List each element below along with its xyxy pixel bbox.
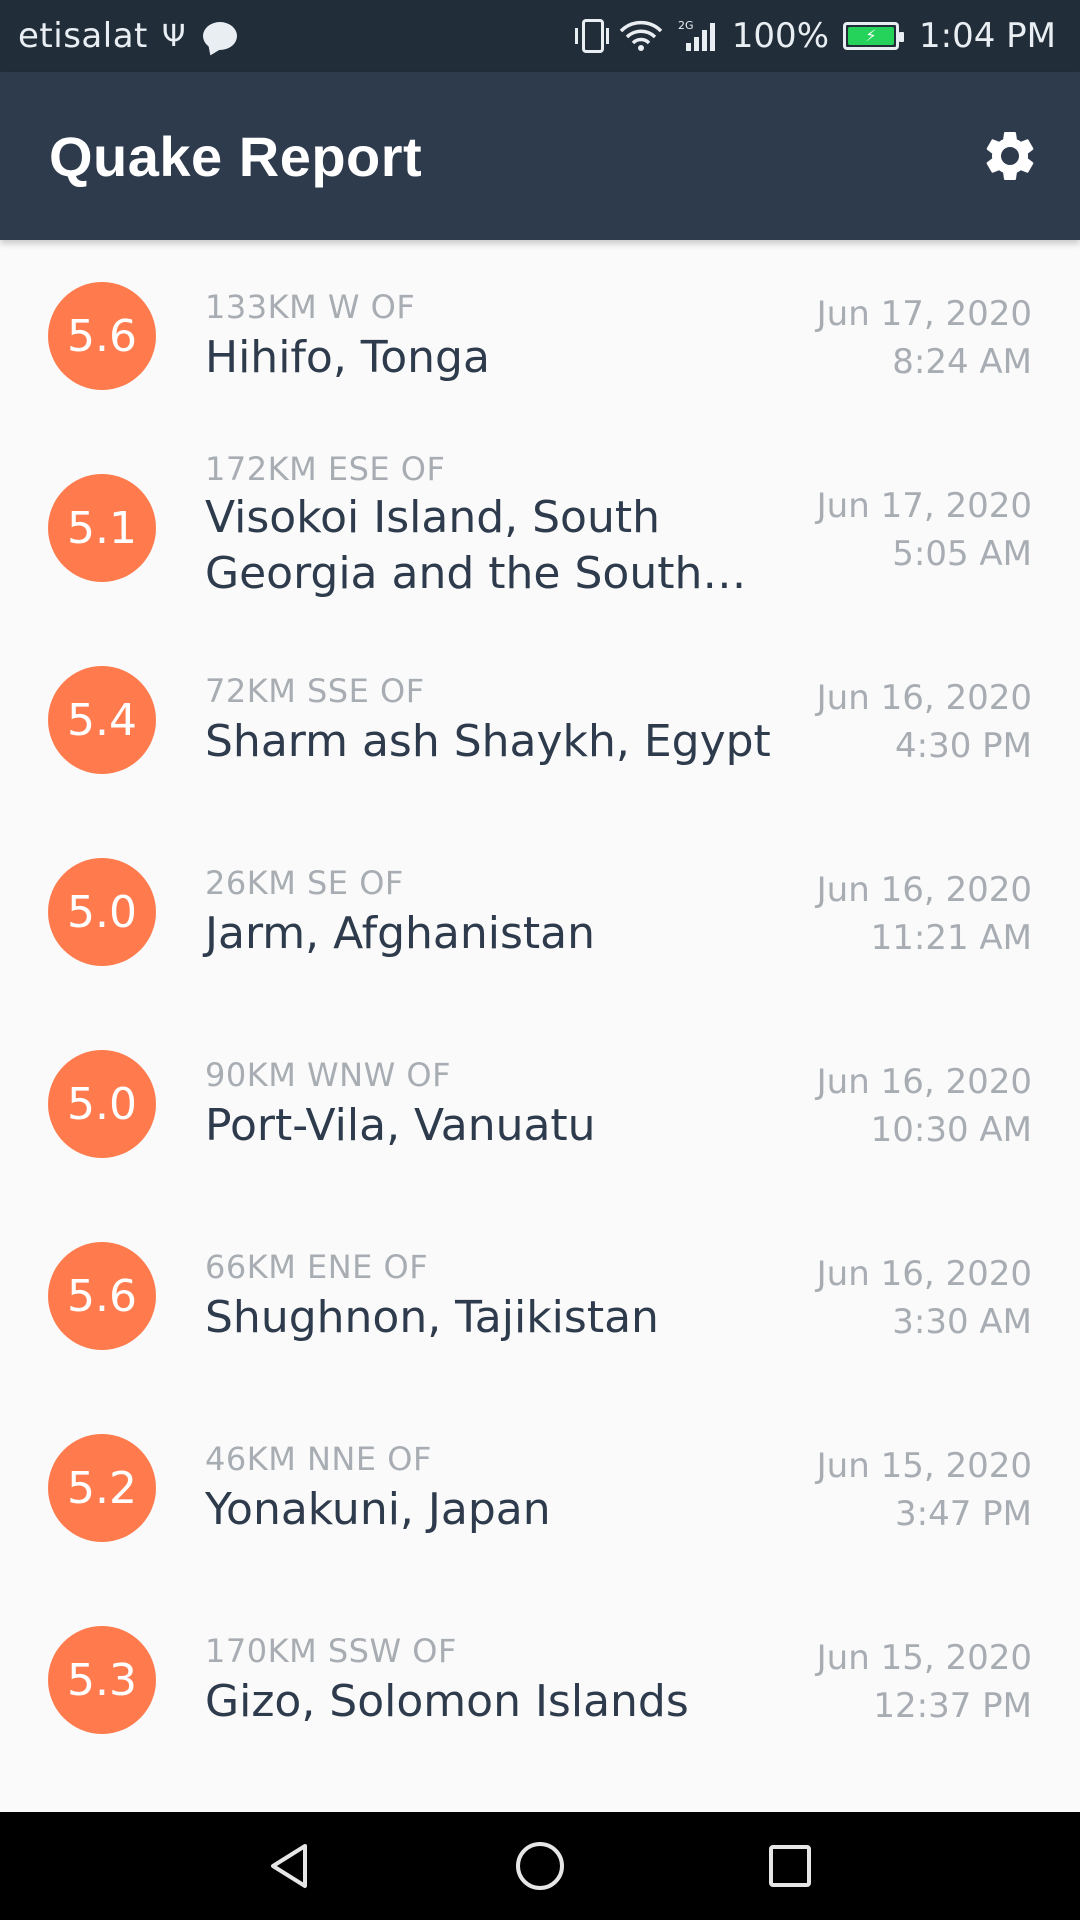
gear-icon[interactable] bbox=[980, 126, 1040, 186]
recents-square-icon bbox=[769, 1845, 811, 1887]
list-item[interactable]: 5.2 46KM NNE OF Yonakuni, Japan Jun 15, … bbox=[0, 1392, 1080, 1584]
quake-date: Jun 15, 2020 bbox=[816, 1638, 1032, 1678]
magnitude-badge: 5.2 bbox=[48, 1434, 156, 1542]
battery-charging-icon: ⚡ bbox=[843, 22, 904, 50]
status-left: etisalat Ψ bbox=[18, 16, 238, 56]
primary-location: Gizo, Solomon Islands bbox=[205, 1676, 689, 1727]
home-circle-icon bbox=[516, 1842, 564, 1890]
location-offset: 26KM SE OF bbox=[205, 864, 404, 902]
list-item[interactable]: 5.6 66KM ENE OF Shughnon, Tajikistan Jun… bbox=[0, 1200, 1080, 1392]
quake-time: 10:30 AM bbox=[870, 1110, 1032, 1150]
location-offset: 133KM W OF bbox=[205, 288, 416, 326]
navigation-bar bbox=[0, 1812, 1080, 1920]
quake-time: 12:37 PM bbox=[873, 1686, 1032, 1726]
quake-time: 4:30 PM bbox=[895, 726, 1032, 766]
quake-time: 3:30 AM bbox=[892, 1302, 1032, 1342]
location-offset: 72KM SSE OF bbox=[205, 672, 425, 710]
list-item[interactable]: 5.4 72KM SSE OF Sharm ash Shaykh, Egypt … bbox=[0, 624, 1080, 816]
back-triangle-icon bbox=[271, 1844, 307, 1888]
screen: etisalat Ψ 2G 100% ⚡ 1:04 PM Quake Repor… bbox=[0, 0, 1080, 1920]
signal-icon: 2G bbox=[678, 19, 715, 51]
magnitude-badge: 5.0 bbox=[48, 1050, 156, 1158]
earthquake-list[interactable]: 5.6 133KM W OF Hihifo, Tonga Jun 17, 202… bbox=[0, 240, 1080, 1812]
location-offset: 170KM SSW OF bbox=[205, 1632, 457, 1670]
list-item[interactable]: 5.3 170KM SSW OF Gizo, Solomon Islands J… bbox=[0, 1584, 1080, 1776]
network-type: 2G bbox=[678, 19, 694, 32]
vibrate-icon bbox=[574, 19, 609, 53]
primary-location: Sharm ash Shaykh, Egypt bbox=[205, 716, 771, 767]
primary-location: Shughnon, Tajikistan bbox=[205, 1292, 659, 1343]
quake-time: 8:24 AM bbox=[892, 342, 1032, 382]
quake-date: Jun 16, 2020 bbox=[816, 1254, 1032, 1294]
magnitude-badge: 5.3 bbox=[48, 1626, 156, 1734]
list-item[interactable]: 5.1 172KM ESE OF Visokoi Island, South G… bbox=[0, 432, 1080, 624]
primary-location: Port-Vila, Vanuatu bbox=[205, 1100, 596, 1151]
quake-date: Jun 16, 2020 bbox=[816, 1062, 1032, 1102]
location-offset: 46KM NNE OF bbox=[205, 1440, 432, 1478]
quake-time: 11:21 AM bbox=[870, 918, 1032, 958]
status-bar: etisalat Ψ 2G 100% ⚡ 1:04 PM bbox=[0, 0, 1080, 72]
list-item[interactable]: 5.0 90KM WNW OF Port-Vila, Vanuatu Jun 1… bbox=[0, 1008, 1080, 1200]
battery-percent: 100% bbox=[731, 16, 829, 56]
magnitude-badge: 5.6 bbox=[48, 1242, 156, 1350]
quake-date: Jun 17, 2020 bbox=[816, 294, 1032, 334]
quake-date: Jun 16, 2020 bbox=[816, 870, 1032, 910]
message-icon bbox=[203, 22, 238, 50]
status-right: 2G 100% ⚡ 1:04 PM bbox=[574, 16, 1056, 56]
magnitude-badge: 5.1 bbox=[48, 474, 156, 582]
back-button[interactable] bbox=[260, 1836, 320, 1896]
list-item[interactable]: 5.0 26KM SE OF Jarm, Afghanistan Jun 16,… bbox=[0, 816, 1080, 1008]
location-offset: 66KM ENE OF bbox=[205, 1248, 429, 1286]
primary-location: Visokoi Island, South Georgia and the So… bbox=[205, 492, 703, 599]
quake-date: Jun 15, 2020 bbox=[816, 1446, 1032, 1486]
home-button[interactable] bbox=[510, 1836, 570, 1896]
primary-location: Yonakuni, Japan bbox=[205, 1484, 551, 1535]
quake-date: Jun 16, 2020 bbox=[816, 678, 1032, 718]
usb-icon: Ψ bbox=[161, 18, 186, 54]
carrier-name: etisalat bbox=[18, 16, 148, 56]
recents-button[interactable] bbox=[760, 1836, 820, 1896]
app-title: Quake Report bbox=[49, 124, 423, 188]
location-offset: 90KM WNW OF bbox=[205, 1056, 451, 1094]
magnitude-badge: 5.4 bbox=[48, 666, 156, 774]
magnitude-badge: 5.0 bbox=[48, 858, 156, 966]
list-item[interactable]: 5.6 133KM W OF Hihifo, Tonga Jun 17, 202… bbox=[0, 240, 1080, 432]
primary-location: Hihifo, Tonga bbox=[205, 332, 490, 383]
quake-time: 3:47 PM bbox=[895, 1494, 1032, 1534]
location-offset: 172KM ESE OF bbox=[205, 450, 446, 488]
wifi-icon bbox=[619, 20, 663, 51]
quake-time: 5:05 AM bbox=[892, 534, 1032, 574]
primary-location: Jarm, Afghanistan bbox=[205, 908, 596, 959]
quake-date: Jun 17, 2020 bbox=[816, 486, 1032, 526]
status-clock: 1:04 PM bbox=[919, 16, 1056, 56]
magnitude-badge: 5.6 bbox=[48, 282, 156, 390]
app-bar: Quake Report bbox=[0, 72, 1080, 240]
